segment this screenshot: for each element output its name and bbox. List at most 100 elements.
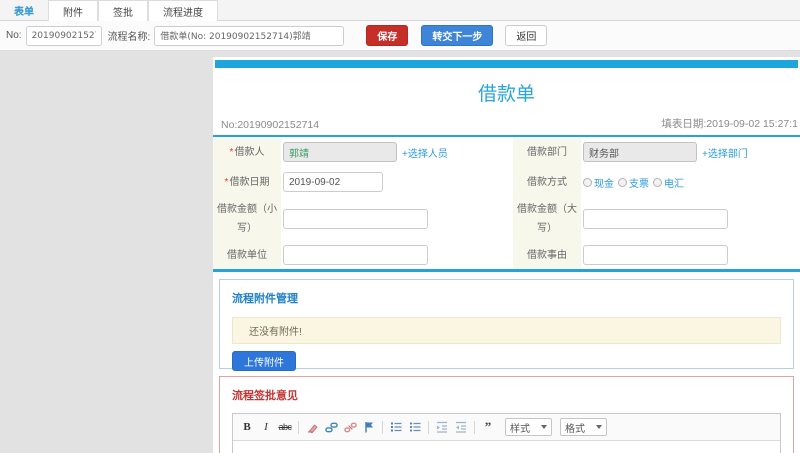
editor-toolbar: B I abc ” 样式 格式 — [233, 414, 780, 441]
tab-attachment[interactable]: 附件 — [48, 0, 98, 21]
tab-approval[interactable]: 签批 — [98, 0, 148, 21]
radio-label-cash: 现金 — [594, 178, 614, 190]
upload-attachment-button[interactable]: 上传附件 — [232, 351, 296, 371]
editor-content-area[interactable] — [233, 441, 780, 453]
form-panel: 借款单 No:20190902152714 填表日期:2019-09-02 15… — [213, 57, 800, 453]
caret-down-icon — [541, 425, 547, 429]
loan-method-field: 现金 支票 电汇 — [581, 167, 800, 197]
amount-upper-label-text: 借款金额（大写） — [517, 204, 577, 234]
loan-method-label: 借款方式 — [513, 167, 581, 197]
format-dropdown-label: 格式 — [565, 423, 585, 435]
attachment-section-title: 流程附件管理 — [232, 293, 298, 305]
unlink-icon — [343, 422, 357, 432]
department-input[interactable] — [583, 142, 697, 162]
radio-icon — [618, 177, 627, 187]
amount-upper-label: 借款金额（大写） — [513, 197, 581, 241]
loan-date-label: * 借款日期 — [213, 167, 281, 197]
loan-reason-input[interactable] — [583, 245, 728, 265]
tab-progress[interactable]: 流程进度 — [148, 0, 218, 21]
radio-icon — [583, 177, 592, 187]
approval-section-title: 流程签批意见 — [232, 390, 298, 402]
outdent-button[interactable] — [433, 419, 451, 435]
anchor-button[interactable] — [360, 419, 378, 435]
select-department-link[interactable]: +选择部门 — [702, 145, 748, 160]
form-meta-row: No:20190902152714 填表日期:2019-09-02 15:27:… — [213, 106, 800, 137]
unlink-button[interactable] — [341, 419, 359, 435]
loan-reason-label: 借款事由 — [513, 241, 581, 269]
amount-upper-field — [581, 197, 800, 241]
toolbar-separator — [382, 420, 383, 434]
no-input[interactable] — [25, 25, 102, 46]
loan-date-label-text: 借款日期 — [229, 176, 270, 188]
department-label-text: 借款部门 — [527, 146, 567, 158]
bulleted-list-button[interactable] — [406, 419, 424, 435]
fill-date: 填表日期:2019-09-02 15:27:1 — [661, 118, 798, 130]
borrower-label: * 借款人 — [213, 137, 281, 167]
header-accent-bar — [215, 60, 798, 68]
amount-lower-input[interactable] — [283, 209, 428, 229]
doc-number: No:20190902152714 — [221, 119, 320, 131]
loan-unit-label-text: 借款单位 — [227, 249, 267, 261]
link-icon — [324, 422, 338, 432]
select-person-link[interactable]: +选择人员 — [402, 145, 448, 160]
format-dropdown[interactable]: 格式 — [560, 418, 607, 436]
styles-dropdown-label: 样式 — [510, 423, 530, 435]
toolbar-separator — [298, 420, 299, 434]
loan-form-grid: * 借款人 +选择人员 借款部门 +选择部门 * 借款日期 借款方式 现金 — [213, 137, 800, 272]
approval-section: 流程签批意见 B I abc ” 样式 格式 — [219, 376, 794, 453]
italic-button[interactable]: I — [257, 419, 275, 435]
indent-button[interactable] — [452, 419, 470, 435]
action-toolbar: No: 流程名称: 保存 转交下一步 返回 — [0, 21, 800, 51]
radio-option-cash[interactable]: 现金 — [583, 175, 614, 190]
process-name-label: 流程名称: — [107, 32, 151, 43]
page-title: 借款单 — [477, 84, 535, 105]
department-label: 借款部门 — [513, 137, 581, 167]
link-button[interactable] — [322, 419, 340, 435]
borrower-input[interactable] — [283, 142, 397, 162]
strikethrough-button[interactable]: abc — [276, 419, 294, 435]
loan-date-field — [281, 167, 513, 197]
numbered-list-icon — [391, 422, 402, 432]
radio-option-wire[interactable]: 电汇 — [653, 175, 684, 190]
rich-text-editor: B I abc ” 样式 格式 — [232, 413, 781, 453]
required-mark: * — [224, 176, 229, 188]
blockquote-button[interactable]: ” — [479, 419, 497, 435]
process-name-input[interactable] — [154, 25, 345, 46]
loan-reason-label-text: 借款事由 — [527, 249, 567, 261]
radio-label-wire: 电汇 — [664, 178, 684, 190]
bold-button[interactable]: B — [238, 419, 256, 435]
outdent-icon — [437, 421, 447, 433]
save-button[interactable]: 保存 — [366, 25, 409, 46]
amount-lower-label: 借款金额（小写） — [213, 197, 281, 241]
department-field: +选择部门 — [581, 137, 800, 167]
caret-down-icon — [596, 425, 602, 429]
bulleted-list-icon — [409, 422, 421, 432]
amount-lower-field — [281, 197, 513, 241]
loan-date-input[interactable] — [283, 172, 383, 192]
borrower-field: +选择人员 — [281, 137, 513, 167]
tab-form[interactable]: 表单 — [0, 0, 48, 21]
loan-reason-field — [581, 241, 800, 269]
radio-option-cheque[interactable]: 支票 — [618, 175, 649, 190]
remove-format-button[interactable] — [303, 419, 321, 435]
top-tab-bar: 表单 附件 签批 流程进度 — [0, 0, 800, 21]
loan-unit-field — [281, 241, 513, 269]
styles-dropdown[interactable]: 样式 — [505, 418, 552, 436]
radio-label-cheque: 支票 — [629, 178, 649, 190]
flag-icon — [365, 422, 373, 433]
eraser-icon — [308, 424, 318, 433]
amount-lower-label-text: 借款金额（小写） — [217, 204, 277, 234]
required-mark: * — [229, 146, 234, 158]
loan-unit-input[interactable] — [283, 245, 428, 265]
no-attachment-message: 还没有附件! — [232, 317, 781, 344]
back-button[interactable]: 返回 — [505, 25, 548, 46]
amount-upper-input[interactable] — [583, 209, 728, 229]
loan-unit-label: 借款单位 — [213, 241, 281, 269]
attachment-section: 流程附件管理 还没有附件! 上传附件 — [219, 279, 794, 371]
numbered-list-button[interactable] — [387, 419, 405, 435]
borrower-label-text: 借款人 — [234, 146, 265, 158]
radio-icon — [653, 177, 662, 187]
forward-next-step-button[interactable]: 转交下一步 — [421, 25, 494, 46]
indent-icon — [456, 421, 466, 433]
toolbar-separator — [474, 420, 475, 434]
